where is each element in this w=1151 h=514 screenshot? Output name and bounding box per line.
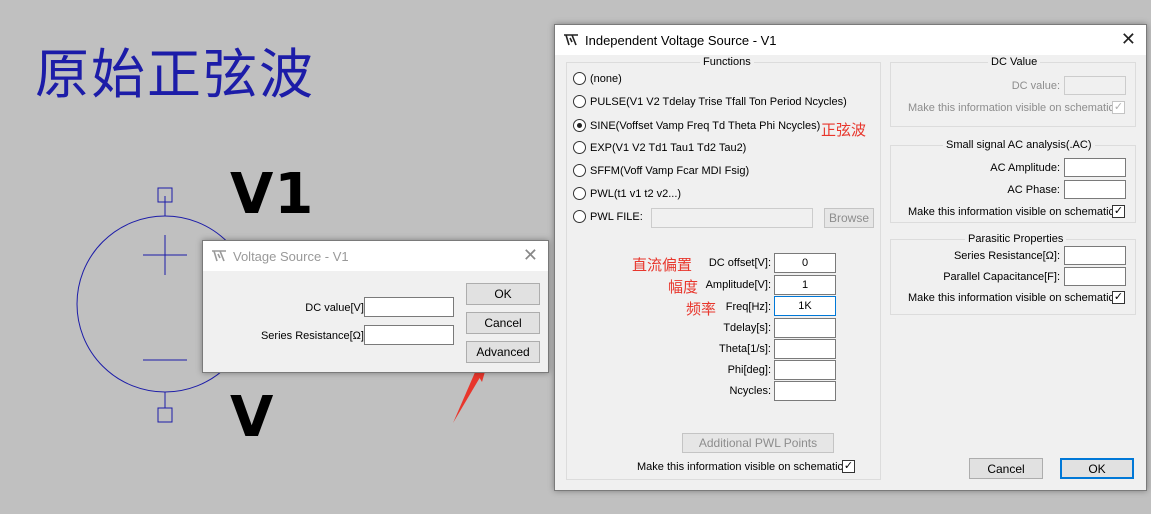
- cancel-button[interactable]: Cancel: [466, 312, 540, 334]
- ac-phase-label: AC Phase:: [1007, 184, 1060, 196]
- parallel-capacitance-label: Parallel Capacitance[F]:: [943, 271, 1060, 283]
- radio-label: EXP(V1 V2 Td1 Tau1 Td2 Tau2): [590, 141, 747, 154]
- ac-visible-checkbox[interactable]: ✓: [1112, 205, 1125, 218]
- ok-button[interactable]: OK: [1060, 458, 1134, 479]
- radio-pwl-file[interactable]: PWL FILE:: [573, 210, 643, 223]
- voltage-source-titlebar[interactable]: Voltage Source - V1 ✕: [203, 241, 548, 271]
- parasitic-group-title: Parasitic Properties: [965, 233, 1067, 245]
- dc-visible-checkbox[interactable]: ✓: [1112, 101, 1125, 114]
- param-label: Freq[Hz]:: [725, 301, 771, 313]
- param-label: DC offset[V]:: [708, 257, 771, 269]
- radio-button[interactable]: [573, 210, 586, 223]
- phi-input[interactable]: [774, 360, 836, 380]
- main-dialog-title: Independent Voltage Source - V1: [585, 32, 777, 48]
- parasitic-visible-checkbox[interactable]: ✓: [1112, 291, 1125, 304]
- parasitic-visible-label: Make this information visible on schemat…: [908, 292, 1118, 304]
- series-resistance-input[interactable]: [1064, 246, 1126, 265]
- param-label: Phi[deg]:: [727, 364, 771, 376]
- ac-amplitude-label: AC Amplitude:: [990, 162, 1060, 174]
- dc-value-input[interactable]: [1064, 76, 1126, 95]
- param-label: Tdelay[s]:: [723, 322, 771, 334]
- main-titlebar[interactable]: Independent Voltage Source - V1 ✕: [555, 25, 1146, 55]
- radio-button[interactable]: [573, 187, 586, 200]
- dc-value-group-title: DC Value: [988, 56, 1041, 68]
- ncycles-input[interactable]: [774, 381, 836, 401]
- dc-visible-label: Make this information visible on schemat…: [908, 102, 1118, 114]
- freq-input[interactable]: 1K: [774, 296, 836, 316]
- radio-sffm[interactable]: SFFM(Voff Vamp Fcar MDI Fsig): [573, 164, 749, 177]
- param-label: Theta[1/s]:: [719, 343, 771, 355]
- parallel-capacitance-input[interactable]: [1064, 267, 1126, 286]
- ok-button[interactable]: OK: [466, 283, 540, 305]
- dialog-title: Voltage Source - V1: [233, 248, 349, 264]
- tdelay-input[interactable]: [774, 318, 836, 338]
- visible-checkbox[interactable]: ✓: [842, 460, 855, 473]
- ltspice-logo-icon: [212, 250, 226, 262]
- amplitude-input[interactable]: 1: [774, 275, 836, 295]
- cancel-button[interactable]: Cancel: [969, 458, 1043, 479]
- component-label-v: V: [230, 385, 274, 450]
- radio-pulse[interactable]: PULSE(V1 V2 Tdelay Trise Tfall Ton Perio…: [573, 95, 847, 108]
- radio-pwl[interactable]: PWL(t1 v1 t2 v2...): [573, 187, 681, 200]
- radio-label: SINE(Voffset Vamp Freq Td Theta Phi Ncyc…: [590, 119, 821, 132]
- theta-input[interactable]: [774, 339, 836, 359]
- dc-value-input[interactable]: [364, 297, 454, 317]
- radio-button[interactable]: [573, 95, 586, 108]
- series-resistance-label: Series Resistance[Ω]:: [953, 250, 1060, 262]
- radio-label: SFFM(Voff Vamp Fcar MDI Fsig): [590, 164, 750, 177]
- browse-button[interactable]: Browse: [824, 208, 874, 228]
- ac-phase-input[interactable]: [1064, 180, 1126, 199]
- advanced-button[interactable]: Advanced: [466, 341, 540, 363]
- pwl-file-input[interactable]: [651, 208, 813, 228]
- voltage-source-dialog[interactable]: Voltage Source - V1 ✕ DC value[V]: Serie…: [202, 240, 549, 373]
- visible-on-schematic-label: Make this information visible on schemat…: [637, 461, 847, 473]
- radio-exp[interactable]: EXP(V1 V2 Td1 Tau1 Td2 Tau2): [573, 141, 746, 154]
- ac-visible-label: Make this information visible on schemat…: [908, 206, 1118, 218]
- dc-value-label: DC value[V]:: [305, 302, 367, 314]
- radio-button[interactable]: [573, 164, 586, 177]
- independent-voltage-source-dialog[interactable]: Independent Voltage Source - V1 ✕ Functi…: [554, 24, 1147, 491]
- radio-button[interactable]: [573, 141, 586, 154]
- ac-amplitude-input[interactable]: [1064, 158, 1126, 177]
- additional-pwl-button[interactable]: Additional PWL Points: [682, 433, 834, 453]
- param-label: Amplitude[V]:: [705, 279, 771, 291]
- radio-label: (none): [590, 72, 622, 85]
- close-icon[interactable]: ✕: [1121, 30, 1136, 48]
- radio-button-selected[interactable]: [573, 119, 586, 132]
- series-resistance-input[interactable]: [364, 325, 454, 345]
- dc-offset-input[interactable]: 0: [774, 253, 836, 273]
- red-arrow: [453, 370, 482, 423]
- ltspice-logo-icon: [564, 34, 578, 46]
- component-label-v1: V1: [230, 162, 315, 227]
- annotation-sine: 正弦波: [821, 122, 867, 139]
- radio-sine[interactable]: SINE(Voffset Vamp Freq Td Theta Phi Ncyc…: [573, 119, 820, 132]
- close-icon[interactable]: ✕: [523, 246, 538, 264]
- ac-group-title: Small signal AC analysis(.AC): [943, 139, 1095, 151]
- radio-button[interactable]: [573, 72, 586, 85]
- series-resistance-label: Series Resistance[Ω]:: [260, 330, 367, 342]
- dc-value-label: DC value:: [1011, 80, 1060, 92]
- radio-label: PULSE(V1 V2 Tdelay Trise Tfall Ton Perio…: [590, 95, 847, 108]
- radio-none[interactable]: (none): [573, 72, 622, 85]
- bottom-pin: [157, 407, 173, 423]
- radio-label: PWL(t1 v1 t2 v2...): [590, 187, 682, 200]
- param-label: Ncycles:: [729, 385, 771, 397]
- radio-label: PWL FILE:: [590, 210, 643, 223]
- functions-group-title: Functions: [700, 56, 754, 68]
